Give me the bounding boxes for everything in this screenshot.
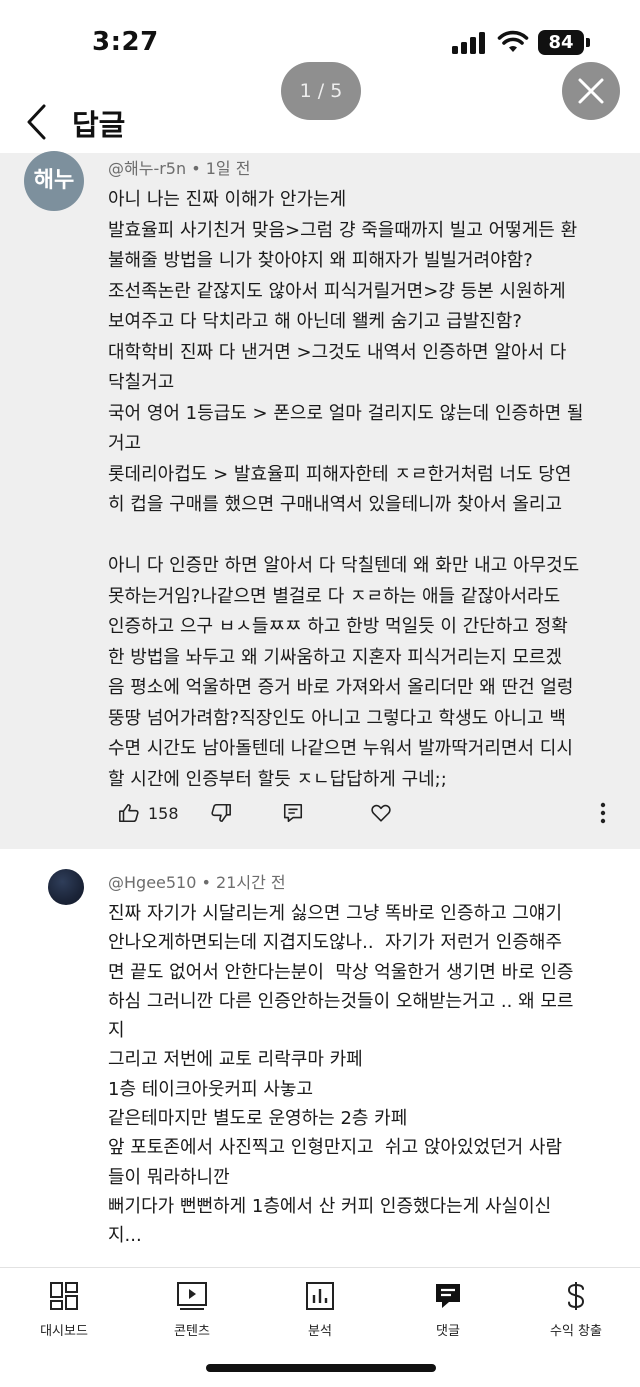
nav-earn[interactable]: 수익 창출 bbox=[531, 1278, 621, 1339]
comment-line: 국어 영어 1등급도 > 폰으로 얼마 걸리지도 않는데 인증하면 될 bbox=[108, 402, 584, 424]
comment-line: 조선족논란 같잖지도 않아서 피식거릴거면>걍 등본 시원하게 bbox=[108, 280, 566, 302]
comment-line: 지 bbox=[108, 1020, 125, 1042]
close-button[interactable] bbox=[562, 62, 620, 120]
comment-line: 지... bbox=[108, 1225, 142, 1247]
comment-line: 뚱땅 넘어가려함?직장인도 아니고 그렇다고 학생도 아니고 백 bbox=[108, 707, 566, 729]
comment-time: 1일 전 bbox=[205, 159, 251, 178]
more-options-button[interactable] bbox=[594, 793, 612, 833]
comment-line: 음 평소에 억울하면 증거 바로 가져와서 올리더만 왜 딴건 얼렁 bbox=[108, 677, 574, 698]
comment-line: 들이 뭐라하니깐 bbox=[108, 1166, 230, 1188]
reply-button[interactable] bbox=[282, 793, 304, 833]
comment-line: 한 방법을 놔두고 왜 기싸움하고 지혼자 피식거리는지 모르겠 bbox=[108, 646, 563, 668]
comment-line: 그리고 저번에 교토 리락쿠마 카페 bbox=[108, 1049, 363, 1071]
battery-tip bbox=[586, 38, 590, 47]
comment-line: 1층 테이크아웃커피 사놓고 bbox=[108, 1078, 314, 1100]
comment-line: 면 끝도 없어서 안한다는분이 막상 억울한거 생기면 바로 인증 bbox=[108, 961, 574, 983]
wifi-icon bbox=[497, 30, 529, 52]
like-count: 158 bbox=[148, 803, 179, 823]
meta-separator: • bbox=[201, 873, 217, 892]
avatar[interactable] bbox=[48, 869, 84, 905]
comment-actions: 158 bbox=[0, 793, 640, 833]
comment-line: 진짜 자기가 시달리는게 싫으면 그냥 똑바로 인증하고 그얘기 bbox=[108, 903, 563, 924]
reply-icon bbox=[283, 803, 303, 823]
comment-body: 아니 나는 진짜 이해가 안가는게발효율피 사기친거 맞음>그럼 걍 죽을때까지… bbox=[108, 185, 583, 795]
content-icon bbox=[177, 1282, 207, 1310]
earn-icon bbox=[567, 1282, 585, 1310]
heart-button[interactable] bbox=[370, 793, 392, 833]
comment-author[interactable]: @해누-r5n bbox=[108, 159, 186, 178]
nav-analytics[interactable]: 분석 bbox=[275, 1278, 365, 1339]
avatar[interactable]: 해누 bbox=[24, 151, 84, 211]
nav-label: 대시보드 bbox=[40, 1324, 88, 1339]
comment-line bbox=[108, 521, 583, 552]
comment-time: 21시간 전 bbox=[216, 873, 286, 892]
back-button[interactable] bbox=[20, 102, 54, 142]
comment-line: 대학학비 진짜 다 낸거면 >그것도 내역서 인증하면 알아서 다 bbox=[108, 341, 567, 363]
battery-indicator: 84 bbox=[538, 30, 584, 55]
status-time: 3:27 bbox=[92, 27, 159, 57]
comment-line: 못하는거임?나같으면 별걸로 다 ㅈㄹ하는 애들 같잖아서라도 bbox=[108, 585, 561, 607]
cellular-signal-icon bbox=[452, 32, 490, 54]
nav-label: 콘텐츠 bbox=[174, 1324, 210, 1339]
analytics-icon bbox=[306, 1282, 334, 1310]
nav-comments[interactable]: 댓글 bbox=[403, 1278, 493, 1339]
comment-line: 히 컵을 구매를 했으면 구매내역서 있을테니까 찾아서 올리고 bbox=[108, 494, 563, 515]
close-icon bbox=[578, 78, 604, 104]
comment-line: 안나오게하면되는데 지겹지도않나.. 자기가 저런거 인증해주 bbox=[108, 932, 563, 954]
comments-icon bbox=[436, 1284, 460, 1308]
thumbs-up-icon bbox=[119, 803, 139, 823]
comment-line: 보여주고 다 닥치라고 해 아닌데 왤케 숨기고 급발진함? bbox=[108, 311, 522, 332]
dislike-button[interactable] bbox=[210, 793, 232, 833]
more-vertical-icon bbox=[600, 802, 606, 824]
nav-label: 분석 bbox=[308, 1324, 332, 1339]
comment-meta: @해누-r5n • 1일 전 bbox=[108, 155, 250, 179]
comment-line: 뻐기다가 뻔뻔하게 1층에서 산 커피 인증했다는게 사실이신 bbox=[108, 1195, 552, 1217]
nav-label: 수익 창출 bbox=[550, 1324, 602, 1339]
like-button[interactable]: 158 bbox=[118, 793, 179, 833]
comment-author[interactable]: @Hgee510 bbox=[108, 873, 196, 892]
comment-line: 앞 포토존에서 사진찍고 인형만지고 쉬고 앉아있었던거 사람 bbox=[108, 1137, 563, 1159]
home-indicator bbox=[206, 1364, 436, 1372]
page-title: 답글 bbox=[72, 108, 126, 142]
comment-meta: @Hgee510 • 21시간 전 bbox=[108, 869, 286, 893]
comment-line: 같은테마지만 별도로 운영하는 2층 카페 bbox=[108, 1108, 408, 1130]
nav-content[interactable]: 콘텐츠 bbox=[147, 1278, 237, 1339]
page-indicator: 1 / 5 bbox=[281, 62, 361, 120]
comment-line: 불해줄 방법을 니가 찾아야지 왜 피해자가 빌빌거려야함? bbox=[108, 250, 533, 271]
comment-line: 롯데리아컵도 > 발효율피 피해자한테 ㅈㄹ한거처럼 너도 당연 bbox=[108, 463, 572, 485]
thumbs-down-icon bbox=[211, 803, 231, 823]
comment-card: 해누 @해누-r5n • 1일 전 아니 나는 진짜 이해가 안가는게발효율피 … bbox=[0, 151, 640, 849]
dashboard-icon bbox=[50, 1282, 78, 1310]
comment-line: 닥칠거고 bbox=[108, 372, 175, 393]
nav-label: 댓글 bbox=[436, 1324, 460, 1339]
heart-icon bbox=[371, 804, 391, 822]
comment-line: 수면 시간도 남아돌텐데 나같으면 누워서 발까딱거리면서 디시 bbox=[108, 738, 573, 759]
comment-line: 아니 나는 진짜 이해가 안가는게 bbox=[108, 189, 347, 210]
comment-line: 거고 bbox=[108, 433, 142, 454]
meta-separator: • bbox=[191, 159, 206, 178]
comment-line: 할 시간에 인증부터 할듯 ㅈㄴ답답하게 구네;; bbox=[108, 768, 447, 790]
comment-body: 진짜 자기가 시달리는게 싫으면 그냥 똑바로 인증하고 그얘기안나오게하면되는… bbox=[108, 899, 574, 1251]
comment-line: 인증하고 으구 ㅂㅅ들ㅉㅉ 하고 한방 먹일듯 이 간단하고 정확 bbox=[108, 616, 568, 637]
comment-line: 아니 다 인증만 하면 알아서 다 닥칠텐데 왜 화만 내고 아무것도 bbox=[108, 555, 580, 576]
comment-card: @Hgee510 • 21시간 전 진짜 자기가 시달리는게 싫으면 그냥 똑바… bbox=[0, 849, 640, 1269]
comment-line: 하심 그러니깐 다른 인증안하는것들이 오해받는거고 .. 왜 모르 bbox=[108, 990, 574, 1012]
comment-line: 발효율피 사기친거 맞음>그럼 걍 죽을때까지 빌고 어떻게든 환 bbox=[108, 219, 578, 241]
nav-dashboard[interactable]: 대시보드 bbox=[19, 1278, 109, 1339]
